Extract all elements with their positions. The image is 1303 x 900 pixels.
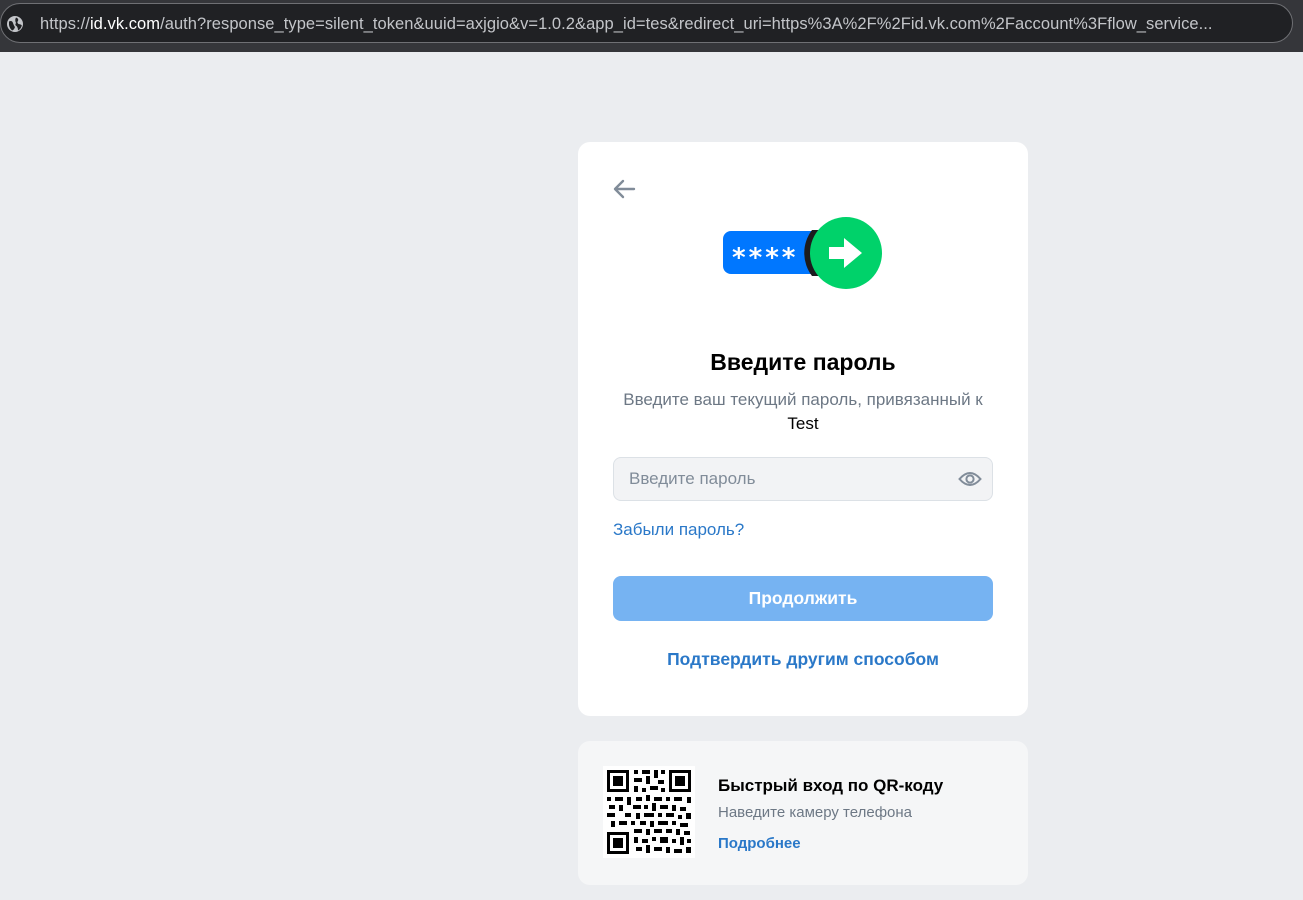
password-card: **** Введите пароль Введите ваш текущий … [578,142,1028,716]
page-subtitle: Введите ваш текущий пароль, привязанный … [612,388,994,436]
qr-login-description: Наведите камеру телефона [718,804,913,821]
page-title: Введите пароль [710,349,896,375]
browser-toolbar: https://id.vk.com/auth?response_type=sil… [0,0,1303,52]
password-field[interactable] [613,457,993,501]
url-path: /auth?response_type=silent_token&uuid=ax… [160,15,1213,33]
forgot-password-link[interactable]: Забыли пароль? [613,518,744,542]
qr-login-card: Быстрый вход по QR-коду Наведите камеру … [578,741,1028,885]
masked-password-text: **** [732,243,798,273]
password-illustration: **** [723,217,882,289]
account-name: Test [787,414,819,433]
continue-button[interactable]: Продолжить [613,576,993,621]
qr-more-link[interactable]: Подробнее [718,834,801,854]
address-bar[interactable]: https://id.vk.com/auth?response_type=sil… [0,3,1293,43]
qr-login-title: Быстрый вход по QR-коду [718,776,944,795]
password-input[interactable] [614,458,959,500]
eye-icon[interactable] [958,468,982,490]
subtitle-text: Введите ваш текущий пароль, привязанный … [623,390,983,409]
url-text[interactable]: https://id.vk.com/auth?response_type=sil… [40,15,1213,33]
other-method-link[interactable]: Подтвердить другим способом [578,647,1028,671]
arrow-left-icon[interactable] [610,175,638,203]
url-prefix: https:// [40,15,90,33]
qr-code-icon [603,766,695,858]
url-host: id.vk.com [89,15,161,33]
globe-icon[interactable] [6,15,24,33]
